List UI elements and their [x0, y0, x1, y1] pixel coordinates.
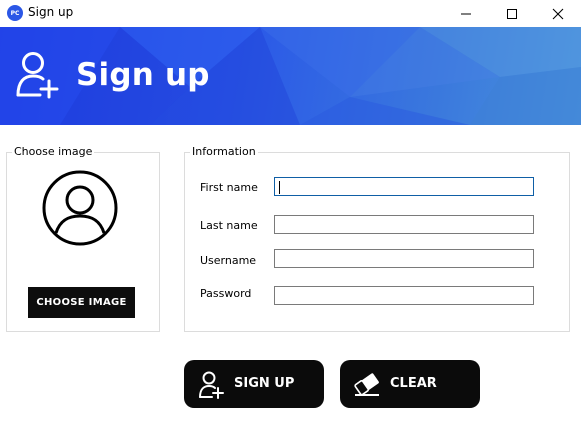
- sign-up-button[interactable]: SIGN UP: [184, 360, 324, 408]
- choose-image-legend: Choose image: [12, 145, 95, 158]
- avatar-placeholder-icon: [42, 170, 118, 246]
- minimize-button[interactable]: [443, 0, 489, 27]
- choose-image-group: Choose image CHOOSE IMAGE: [6, 145, 160, 332]
- sign-up-label: SIGN UP: [234, 376, 295, 391]
- eraser-icon: [354, 373, 379, 396]
- last-name-label: Last name: [200, 219, 258, 232]
- choose-image-button[interactable]: CHOOSE IMAGE: [28, 287, 135, 318]
- first-name-field[interactable]: [274, 177, 534, 196]
- maximize-icon: [507, 8, 517, 19]
- clear-label: CLEAR: [390, 376, 437, 391]
- username-field[interactable]: [274, 249, 534, 268]
- app-icon: PC: [7, 5, 23, 21]
- password-label: Password: [200, 287, 252, 300]
- minimize-icon: [461, 13, 471, 14]
- banner-title: Sign up: [76, 57, 210, 93]
- add-user-icon: [16, 52, 59, 99]
- header-banner: Sign up: [0, 27, 581, 125]
- information-group: Information First name Last name Usernam…: [184, 145, 570, 332]
- window-title: Sign up: [28, 5, 74, 19]
- username-label: Username: [200, 254, 257, 267]
- add-user-icon: [199, 371, 224, 399]
- close-icon: [552, 8, 564, 19]
- maximize-button[interactable]: [489, 0, 535, 27]
- text-caret: [279, 181, 280, 194]
- title-bar: PC Sign up: [0, 0, 581, 27]
- password-field[interactable]: [274, 286, 534, 305]
- last-name-field[interactable]: [274, 215, 534, 234]
- information-legend: Information: [190, 145, 258, 158]
- close-button[interactable]: [535, 0, 581, 27]
- clear-button[interactable]: CLEAR: [340, 360, 480, 408]
- first-name-label: First name: [200, 181, 258, 194]
